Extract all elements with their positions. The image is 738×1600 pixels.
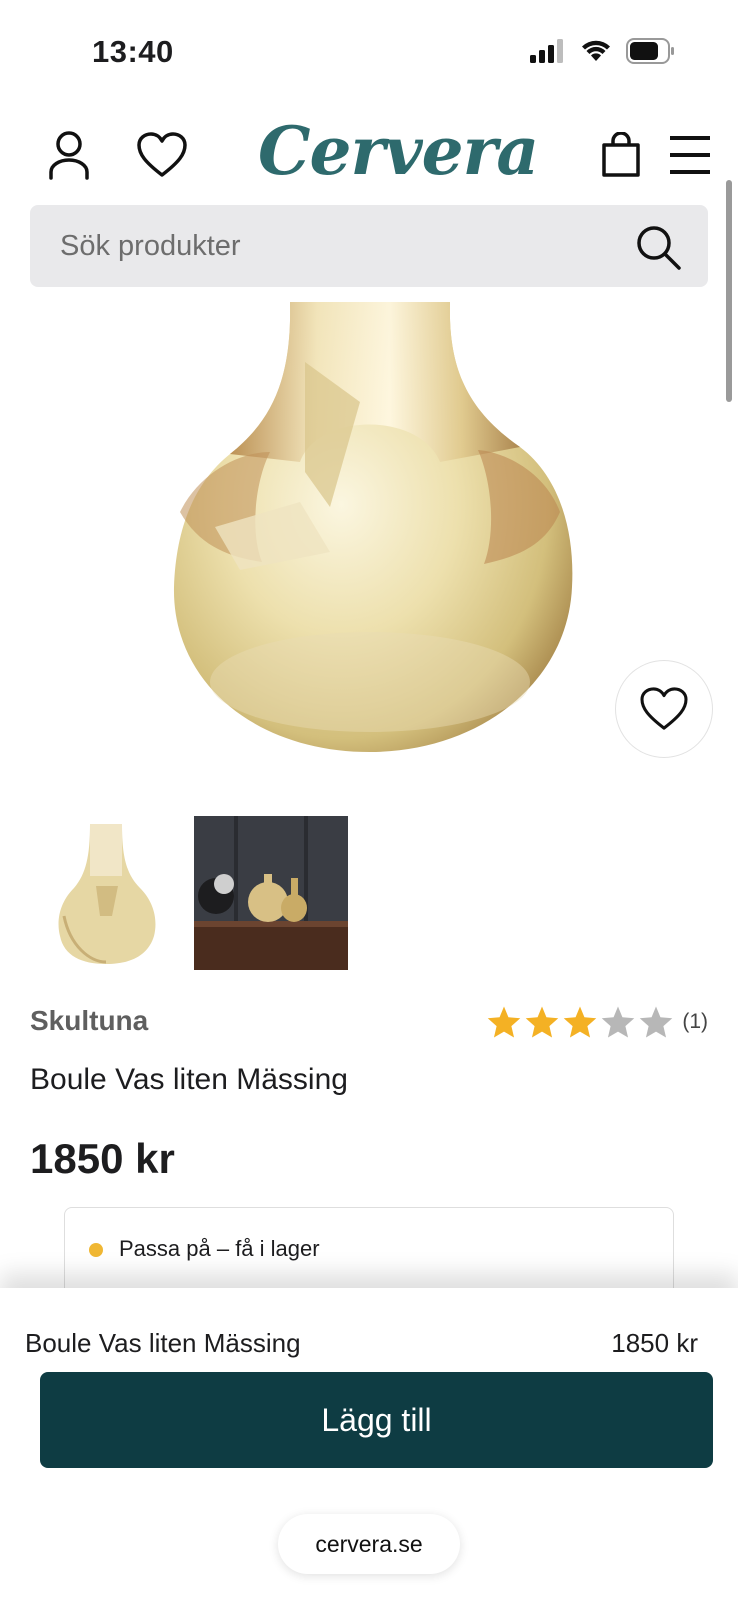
stock-status-text: Passa på – få i lager bbox=[119, 1236, 320, 1261]
search-icon[interactable] bbox=[634, 223, 682, 271]
search-input[interactable] bbox=[60, 205, 620, 287]
heart-icon bbox=[640, 687, 688, 730]
rating-count: (1) bbox=[682, 1010, 708, 1033]
stock-status-dot bbox=[89, 1243, 103, 1257]
add-to-cart-button[interactable]: Lägg till bbox=[40, 1372, 713, 1468]
star-icon-filled bbox=[564, 1006, 597, 1038]
account-icon[interactable] bbox=[48, 130, 90, 180]
thumbnail-1[interactable] bbox=[30, 816, 184, 970]
wifi-icon bbox=[582, 40, 610, 61]
favorite-button[interactable] bbox=[615, 660, 713, 758]
status-bar: 13:40 bbox=[0, 0, 738, 100]
search-bar bbox=[30, 205, 708, 287]
wishlist-icon[interactable] bbox=[137, 132, 187, 178]
product-rating[interactable]: (1) bbox=[486, 1005, 708, 1039]
vase-thumbnail-image bbox=[58, 824, 156, 964]
star-icon-empty bbox=[602, 1006, 635, 1038]
sticky-add-to-cart-bar: Boule Vas liten Mässing 1850 kr Lägg til… bbox=[0, 1288, 738, 1600]
status-icons bbox=[530, 38, 676, 64]
product-price: 1850 kr bbox=[30, 1135, 175, 1182]
star-icon-filled bbox=[488, 1006, 521, 1038]
browser-url-bar[interactable]: cervera.se bbox=[278, 1514, 460, 1574]
sticky-product-price: 1850 kr bbox=[611, 1328, 698, 1358]
room-thumbnail-image bbox=[194, 816, 348, 970]
star-icon-empty bbox=[640, 1006, 673, 1038]
sticky-product-name: Boule Vas liten Mässing bbox=[25, 1328, 301, 1358]
status-time: 13:40 bbox=[92, 34, 174, 69]
star-icon-filled bbox=[526, 1006, 559, 1038]
site-header: Cervera bbox=[0, 110, 738, 200]
product-title: Boule Vas liten Mässing bbox=[30, 1063, 348, 1096]
site-logo[interactable]: Cervera bbox=[258, 112, 539, 190]
battery-icon bbox=[626, 38, 674, 64]
menu-icon[interactable] bbox=[670, 136, 710, 174]
product-brand[interactable]: Skultuna bbox=[30, 1005, 148, 1037]
cart-icon[interactable] bbox=[601, 132, 641, 178]
thumbnail-2[interactable] bbox=[194, 816, 348, 970]
signal-icon bbox=[530, 39, 563, 63]
